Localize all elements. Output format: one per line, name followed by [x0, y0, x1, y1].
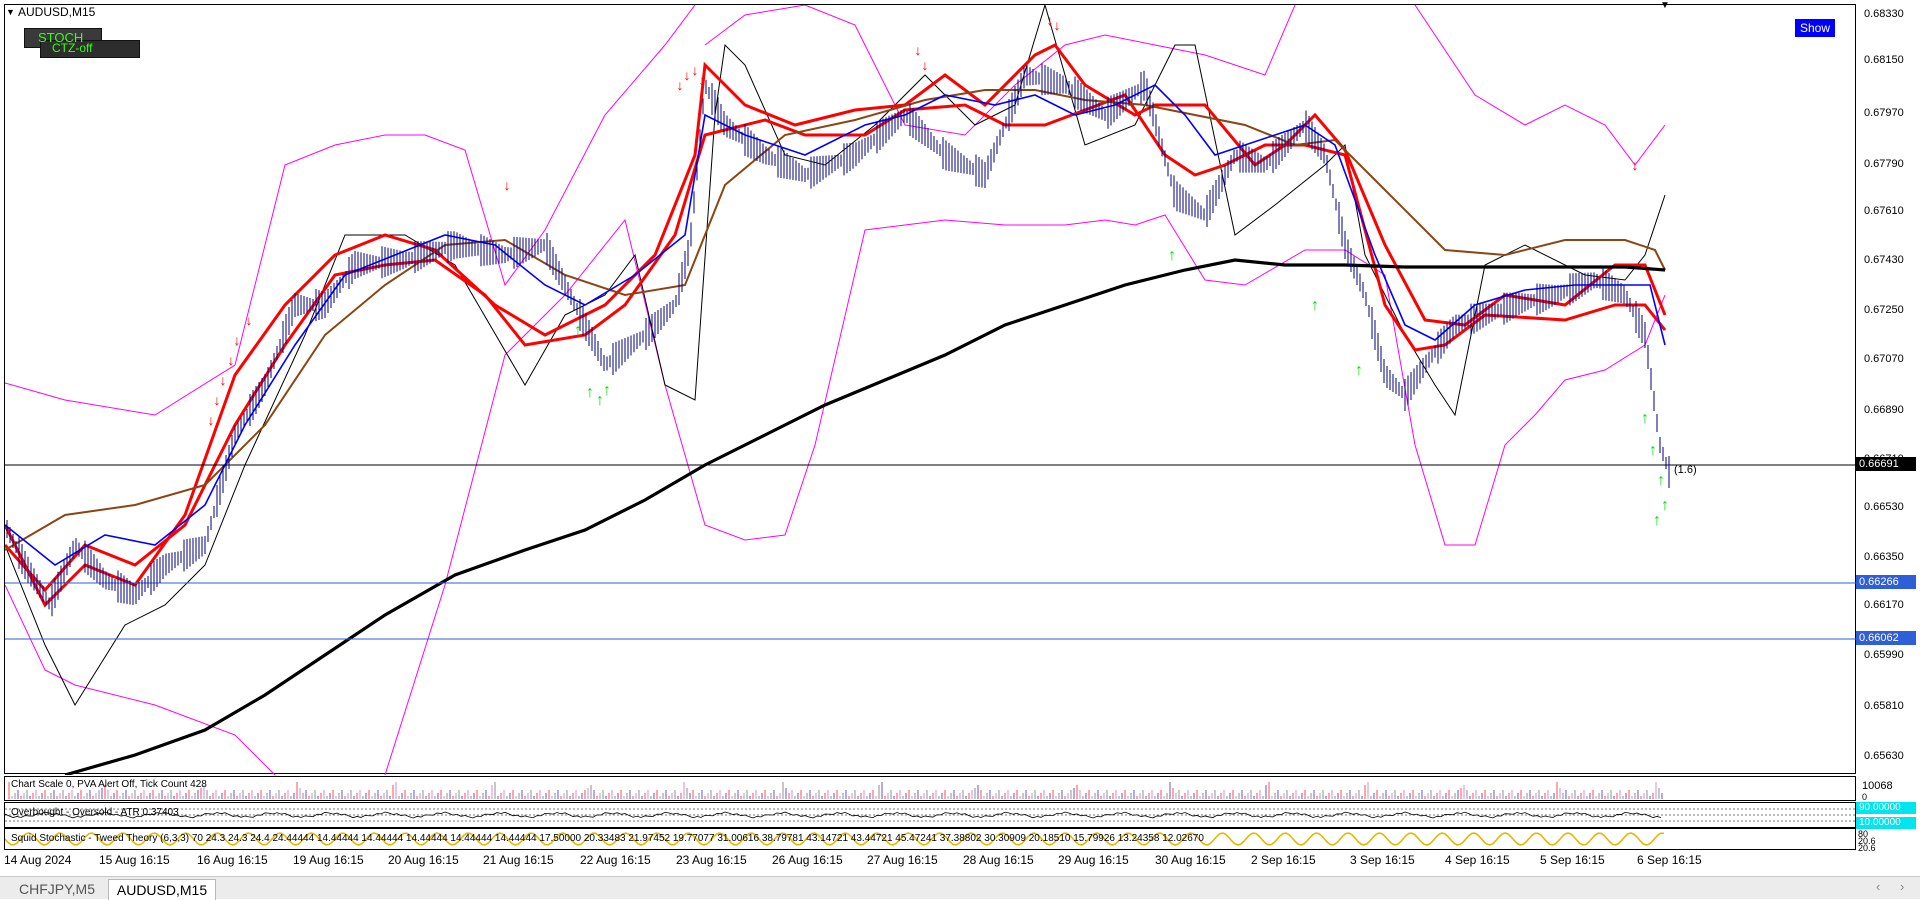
time-axis-label: 5 Sep 16:15: [1540, 853, 1605, 867]
volume-zero-label: 0: [1862, 792, 1868, 802]
buy-arrow-icon: ↑: [1653, 512, 1661, 529]
ctz-label: CTZ-off: [52, 41, 93, 55]
osc-level-bottom-tag: 10.00000: [1856, 817, 1916, 829]
time-axis-label: 29 Aug 16:15: [1058, 853, 1129, 867]
volume-max-label: 10068: [1862, 780, 1893, 792]
magenta-lower-band-left: [5, 584, 276, 775]
magenta-upper-band-right: [1414, 5, 1666, 166]
current-annotation: (1.6): [1674, 464, 1697, 476]
buy-arrow-icon: ↑: [1657, 472, 1665, 489]
price-tick-label: 0.68330: [1864, 8, 1904, 20]
time-axis-label: 3 Sep 16:15: [1350, 853, 1415, 867]
stochastic-panel[interactable]: Squid Stochastic - Tweed Theory (6,3,3) …: [4, 828, 1856, 850]
price-axis: [1857, 0, 1920, 860]
stoch-panel-label: Squid Stochastic - Tweed Theory (6,3,3) …: [11, 833, 1204, 844]
price-tick-label: 0.67070: [1864, 353, 1904, 365]
black-200-moving-average: [64, 258, 1666, 775]
buy-arrow-icon: ↑: [1168, 247, 1176, 264]
osc-line: [5, 808, 1855, 822]
time-axis-label: 23 Aug 16:15: [676, 853, 747, 867]
time-axis-label: 27 Aug 16:15: [867, 853, 938, 867]
tab-chfjpy[interactable]: CHFJPY,M5: [14, 879, 100, 899]
price-tick-label: 0.67790: [1864, 158, 1904, 170]
price-tick-label: 0.65990: [1864, 649, 1904, 661]
time-axis-label: 21 Aug 16:15: [483, 853, 554, 867]
price-tick-label: 0.68150: [1864, 54, 1904, 66]
level-1-tag: 0.66266: [1856, 575, 1916, 589]
price-tick-label: 0.66350: [1864, 551, 1904, 563]
sell-arrow-icon: ↓: [214, 392, 221, 408]
volume-histogram: [8, 782, 1663, 799]
buy-arrow-icon: ↑: [1641, 410, 1649, 427]
sell-arrow-icon: ↓: [504, 177, 511, 193]
buy-arrow-icon: ↑: [586, 384, 594, 401]
magenta-upper-band-mid: [704, 5, 1296, 136]
price-chart-canvas[interactable]: ↓↓↓↓↓↓↓↓↓ ↓↓↓↓↓ ↓↓↑↑ ↑↑↑↑↑↑↑↑↑↑: [5, 5, 1857, 775]
main-chart[interactable]: ↓ ↓ ↓ ↓ ↓ ↓ ↓ ↓ ↓ ↓ ↓ ↓ ↓ ↓ ↓ ↓ ↑ ↑ ↑ ↑ ↑ ↑ ↑ ↑ ↑ ↑ ↑ ↑: [4, 4, 1857, 775]
black-bollinger-band: [5, 5, 1666, 707]
volume-info: Chart Scale 0, PVA Alert Off, Tick Count…: [11, 779, 207, 790]
volume-panel[interactable]: Chart Scale 0, PVA Alert Off, Tick Count…: [4, 776, 1856, 801]
chevron-right-icon[interactable]: ›: [1900, 879, 1904, 894]
sell-arrow-icon: ↓: [922, 57, 929, 73]
sell-arrow-icon: ↓: [246, 312, 253, 328]
time-axis-label: 22 Aug 16:15: [580, 853, 651, 867]
sell-arrow-icon: ↓: [692, 62, 699, 78]
buy-arrow-icon: ↑: [1661, 497, 1669, 514]
price-tick-label: 0.67250: [1864, 304, 1904, 316]
sell-arrow-icon: ↓: [684, 67, 691, 83]
menu-triangle-icon[interactable]: ▼: [6, 7, 15, 17]
sell-arrow-icon: ↓: [915, 42, 922, 58]
chart-tab-bar: CHFJPY,M5 AUDUSD,M15 ‹ ›: [0, 876, 1920, 900]
sell-arrow-icon: ↓: [1054, 17, 1061, 33]
osc-label: Overbought - Oversold - ATR 0.37403: [11, 807, 179, 818]
sell-arrow-icon: ↓: [1047, 12, 1054, 28]
price-tick-label: 0.66890: [1864, 404, 1904, 416]
time-axis-label: 30 Aug 16:15: [1155, 853, 1226, 867]
chevron-left-icon[interactable]: ‹: [1876, 879, 1880, 894]
magenta-upper-band: [5, 5, 696, 416]
time-axis-label: 19 Aug 16:15: [293, 853, 364, 867]
price-tick-label: 0.66530: [1864, 501, 1904, 513]
time-axis-label: 2 Sep 16:15: [1251, 853, 1316, 867]
price-tick-label: 0.67610: [1864, 205, 1904, 217]
tab-audusd[interactable]: AUDUSD,M15: [108, 879, 216, 900]
sell-arrow-icon: ↓: [677, 77, 684, 93]
buy-arrow-icon: ↑: [1311, 297, 1319, 314]
red-upper-channel: [5, 43, 1667, 608]
sell-arrow-icon: ↓: [234, 332, 241, 348]
time-axis-label: 6 Sep 16:15: [1637, 853, 1702, 867]
time-axis-label: 20 Aug 16:15: [388, 853, 459, 867]
price-tick-label: 0.65630: [1864, 750, 1904, 762]
buy-arrow-icon: ↑: [574, 322, 582, 339]
current-price-tag: 0.66691: [1856, 457, 1916, 471]
price-tick-label: 0.67970: [1864, 107, 1904, 119]
sell-arrow-icon: ↓: [208, 412, 215, 428]
sell-arrow-icon: ↓: [228, 352, 235, 368]
magenta-lower-band-mid: [384, 214, 1666, 775]
buy-arrow-icon: ↑: [1355, 362, 1363, 379]
time-axis-label: 26 Aug 16:15: [772, 853, 843, 867]
sell-arrow-icon: ↓: [699, 72, 706, 88]
time-axis-label: 14 Aug 2024: [4, 853, 72, 867]
level-2-tag: 0.66062: [1856, 631, 1916, 645]
price-tick-label: 0.67430: [1864, 254, 1904, 266]
stoch-level-bottom: 20.6: [1858, 843, 1876, 853]
buy-arrow-icon: ↑: [603, 382, 611, 399]
buy-arrow-icon: ↑: [1649, 442, 1657, 459]
osc-level-top-tag: 90.00000: [1856, 802, 1916, 814]
show-button[interactable]: Show: [1794, 18, 1836, 38]
sell-arrow-icon: ↓: [220, 372, 227, 388]
symbol-title: AUDUSD,M15: [18, 5, 96, 19]
time-axis-label: 28 Aug 16:15: [963, 853, 1034, 867]
price-tick-label: 0.66170: [1864, 599, 1904, 611]
shift-marker-icon[interactable]: ▼: [1660, 0, 1670, 11]
sell-arrow-icon: ↓: [1632, 157, 1639, 173]
price-tick-label: 0.65810: [1864, 700, 1904, 712]
time-axis-label: 15 Aug 16:15: [99, 853, 170, 867]
time-axis-label: 4 Sep 16:15: [1445, 853, 1510, 867]
overbought-oversold-panel[interactable]: Overbought - Oversold - ATR 0.37403: [4, 802, 1856, 828]
time-axis-label: 16 Aug 16:15: [197, 853, 268, 867]
